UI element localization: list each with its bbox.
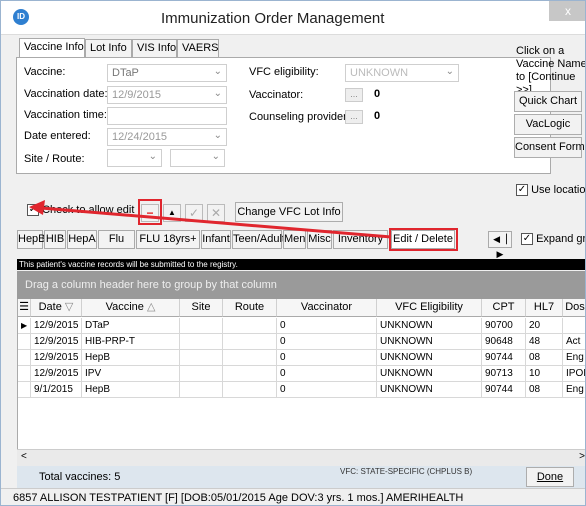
table-row[interactable]: 12/9/2015 HIB-PRP-T 0 UNKNOWN 90648 48 A…: [18, 334, 585, 350]
header-dos[interactable]: Dos: [563, 299, 585, 317]
done-button[interactable]: Done: [526, 467, 574, 487]
cell-vaccinator: 0: [277, 366, 377, 382]
cell-date: 9/1/2015: [31, 382, 82, 398]
cell-hl7: 20: [526, 318, 563, 334]
cell-date: 12/9/2015: [31, 318, 82, 334]
cell-cpt: 90744: [482, 350, 526, 366]
cell-route: [223, 318, 277, 334]
cell-vfc: UNKNOWN: [377, 318, 482, 334]
cell-vfc: UNKNOWN: [377, 366, 482, 382]
cell-vfc: UNKNOWN: [377, 382, 482, 398]
cell-route: [223, 382, 277, 398]
cell-dos: Act: [563, 334, 585, 350]
vaccine-grid: ☰ Date ▽ Vaccine △ Site Route Vaccinator…: [17, 299, 585, 449]
cell-hl7: 08: [526, 382, 563, 398]
cell-cpt: 90700: [482, 318, 526, 334]
row-indicator: [18, 382, 31, 398]
header-vaccine[interactable]: Vaccine △: [82, 299, 180, 317]
cell-vaccinator: 0: [277, 318, 377, 334]
header-cpt[interactable]: CPT: [482, 299, 526, 317]
group-by-hint[interactable]: Drag a column header here to group by th…: [17, 271, 585, 299]
cell-dos: [563, 318, 585, 334]
cell-route: [223, 366, 277, 382]
cell-dos: IPOI: [563, 366, 585, 382]
cell-dos: Eng: [563, 382, 585, 398]
cell-vaccine: HepB: [82, 350, 180, 366]
cell-cpt: 90713: [482, 366, 526, 382]
cell-hl7: 08: [526, 350, 563, 366]
arrow-head-icon: [29, 200, 45, 215]
row-indicator: [18, 366, 31, 382]
cell-route: [223, 350, 277, 366]
total-vaccines: Total vaccines: 5: [39, 471, 121, 483]
table-row[interactable]: 9/1/2015 HepB 0 UNKNOWN 90744 08 Eng: [18, 382, 585, 398]
cell-cpt: 90648: [482, 334, 526, 350]
cell-vaccinator: 0: [277, 382, 377, 398]
header-date[interactable]: Date ▽: [31, 299, 82, 317]
cell-vfc: UNKNOWN: [377, 334, 482, 350]
vfc-state-label: VFC: STATE-SPECIFIC (CHPLUS B): [340, 467, 473, 476]
cell-vaccine: DTaP: [82, 318, 180, 334]
header-vaccine-label: Vaccine: [105, 301, 144, 313]
cell-site: [180, 366, 223, 382]
immunization-window: ID Immunization Order Management x Vacci…: [0, 0, 586, 506]
table-row[interactable]: 12/9/2015 IPV 0 UNKNOWN 90713 10 IPOI: [18, 366, 585, 382]
cell-hl7: 10: [526, 366, 563, 382]
registry-notice: This patient's vaccine records will be s…: [17, 259, 585, 270]
scroll-left-icon[interactable]: <: [21, 451, 27, 462]
cell-hl7: 48: [526, 334, 563, 350]
cell-dos: Eng: [563, 350, 585, 366]
header-site[interactable]: Site: [180, 299, 223, 317]
horizontal-scrollbar[interactable]: < >: [17, 449, 585, 466]
header-vfc-eligibility[interactable]: VFC Eligibility: [377, 299, 482, 317]
patient-status-bar: 6857 ALLISON TESTPATIENT [F] [DOB:05/01/…: [1, 488, 585, 505]
grid-menu-icon[interactable]: ☰: [18, 299, 31, 317]
cell-vaccine: IPV: [82, 366, 180, 382]
cell-site: [180, 334, 223, 350]
header-route[interactable]: Route: [223, 299, 277, 317]
cell-route: [223, 334, 277, 350]
cell-date: 12/9/2015: [31, 366, 82, 382]
cell-site: [180, 350, 223, 366]
grid-footer: Total vaccines: 5 VFC: STATE-SPECIFIC (C…: [17, 466, 585, 488]
cell-vaccinator: 0: [277, 334, 377, 350]
row-indicator: [18, 334, 31, 350]
table-row[interactable]: 12/9/2015 HepB 0 UNKNOWN 90744 08 Eng: [18, 350, 585, 366]
scroll-right-icon[interactable]: >: [579, 451, 585, 462]
header-hl7[interactable]: HL7: [526, 299, 563, 317]
filter-icon: ▽: [64, 301, 74, 313]
row-indicator: [18, 350, 31, 366]
cell-cpt: 90744: [482, 382, 526, 398]
row-indicator-icon: ▶: [18, 318, 31, 334]
cell-date: 12/9/2015: [31, 350, 82, 366]
cell-site: [180, 318, 223, 334]
cell-vaccine: HIB-PRP-T: [82, 334, 180, 350]
cell-vaccine: HepB: [82, 382, 180, 398]
header-vaccinator[interactable]: Vaccinator: [277, 299, 377, 317]
cell-site: [180, 382, 223, 398]
cell-vaccinator: 0: [277, 350, 377, 366]
header-date-label: Date: [38, 301, 62, 313]
cell-vfc: UNKNOWN: [377, 350, 482, 366]
cell-date: 12/9/2015: [31, 334, 82, 350]
sort-asc-icon: △: [146, 301, 156, 313]
arrow-line: [40, 206, 392, 239]
table-row[interactable]: ▶ 12/9/2015 DTaP 0 UNKNOWN 90700 20: [18, 318, 585, 334]
